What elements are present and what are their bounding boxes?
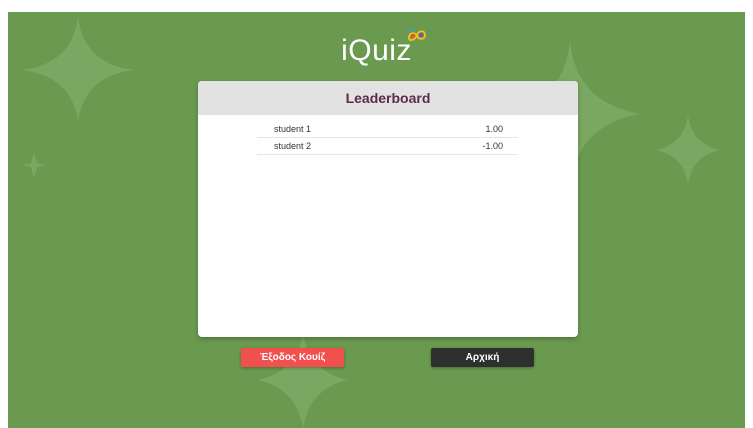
quiz-stage: iQuiz Leaderboard student 1 1.00 student… [8,12,745,428]
leaderboard-card: Leaderboard student 1 1.00 student 2 -1.… [198,81,578,337]
student-name: student 1 [274,124,312,134]
home-button[interactable]: Αρχική [431,348,534,367]
logo-text: iQuiz [341,34,412,67]
leaderboard-row: student 2 -1.00 [257,138,518,155]
leaderboard-title: Leaderboard [198,81,578,115]
exit-quiz-button[interactable]: Έξοδος Κουίζ [241,348,344,367]
leaderboard-table: student 1 1.00 student 2 -1.00 [257,121,518,155]
student-score: 1.00 [485,124,503,134]
leaderboard-row: student 1 1.00 [257,121,518,138]
sparkle-decoration [656,114,720,186]
student-name: student 2 [274,141,312,151]
app-logo: iQuiz [8,28,745,68]
sparkle-decoration [22,152,46,178]
infinity-loop-icon [407,28,426,42]
student-score: -1.00 [482,141,503,151]
sparkle-decoration [22,17,134,122]
